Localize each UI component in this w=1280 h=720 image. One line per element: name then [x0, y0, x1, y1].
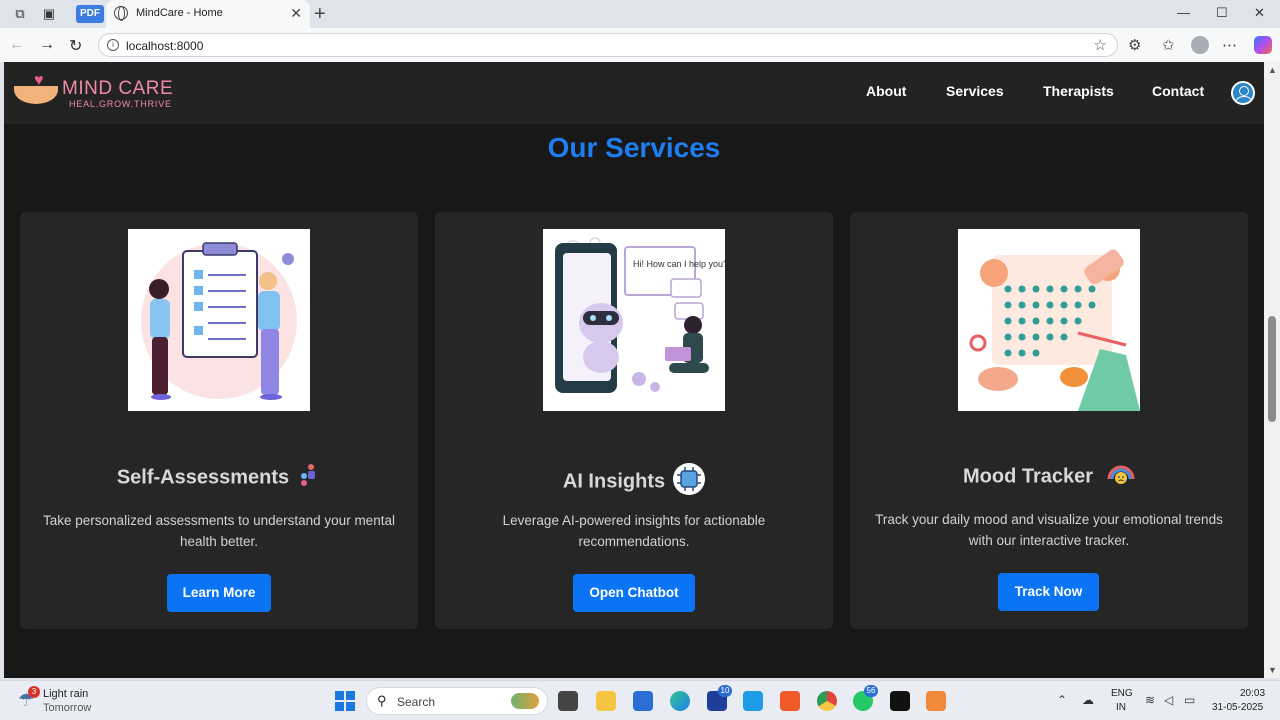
site-info-icon[interactable]: i: [107, 39, 119, 51]
dark-app-icon[interactable]: [890, 691, 910, 711]
mood-calendar-illustration: [958, 229, 1140, 411]
nav-therapists[interactable]: Therapists: [1043, 83, 1114, 99]
url-text[interactable]: localhost:8000: [126, 39, 203, 53]
address-bar[interactable]: i localhost:8000 ☆: [98, 33, 1118, 57]
extensions-icon[interactable]: ⚙: [1128, 36, 1141, 54]
section-title: Our Services: [547, 132, 721, 163]
service-card-ai-insights: Hi! How can I help you? AI Insights Leve…: [435, 212, 833, 629]
page-viewport: ♥ MIND CARE HEAL.GROW.THRIVE About Servi…: [4, 62, 1264, 678]
wifi-icon[interactable]: ≋: [1145, 693, 1155, 707]
nav-contact[interactable]: Contact: [1152, 83, 1204, 99]
browser-tab-strip: ⧉ ▣ PDF MindCare - Home ✕ + — ☐ ✕: [0, 0, 1280, 28]
show-hidden-icons[interactable]: ⌃: [1057, 693, 1067, 707]
task-view-icon[interactable]: [558, 691, 578, 711]
weather-badge: 3: [28, 686, 40, 698]
start-button[interactable]: [335, 691, 355, 711]
brave-icon[interactable]: [780, 691, 800, 711]
onedrive-icon[interactable]: ☁: [1082, 693, 1094, 707]
card-description: Leverage AI-powered insights for actiona…: [502, 513, 766, 549]
card-title-mood-tracker: Mood Tracker: [850, 463, 1248, 491]
taskbar-search[interactable]: ⚲ Search: [366, 687, 548, 715]
whatsapp-badge: 56: [864, 685, 878, 697]
card-title-self-assessments: Self-Assessments: [20, 463, 418, 493]
sad-face-rainbow-icon: [1107, 463, 1135, 491]
more-menu-icon[interactable]: ⋯: [1222, 36, 1237, 54]
site-logo[interactable]: ♥ MIND CARE HEAL.GROW.THRIVE: [14, 70, 194, 116]
scroll-up-icon[interactable]: ▲: [1268, 65, 1277, 75]
card-title-text: Mood Tracker: [962, 465, 1094, 488]
weather-label[interactable]: Light rain: [43, 688, 88, 700]
logo-title: MIND CARE: [62, 78, 174, 99]
maximize-icon[interactable]: ☐: [1216, 5, 1228, 21]
copilot-icon[interactable]: [1254, 36, 1272, 54]
language-top[interactable]: ENG: [1111, 688, 1133, 699]
browser-toolbar: ← → ↻ i localhost:8000 ☆ ⚙ ✩ ⋯: [0, 28, 1280, 62]
track-now-button[interactable]: Track Now: [998, 573, 1099, 611]
tab-title: MindCare - Home: [136, 7, 223, 19]
card-description: Take personalized assessments to underst…: [43, 513, 395, 549]
chatbot-illustration: Hi! How can I help you?: [543, 229, 728, 411]
search-icon: ⚲: [377, 693, 387, 708]
blue-app-icon[interactable]: [743, 691, 763, 711]
edge-icon[interactable]: [670, 691, 690, 711]
page-scrollbar[interactable]: ▲ ▼: [1264, 62, 1280, 678]
clock-time[interactable]: 20:03: [1240, 688, 1265, 699]
new-tab-button[interactable]: +: [314, 3, 326, 26]
checklist-illustration: [128, 229, 310, 411]
volume-icon[interactable]: ◁: [1164, 693, 1173, 707]
open-chatbot-button[interactable]: Open Chatbot: [573, 574, 695, 612]
language-bottom[interactable]: IN: [1116, 702, 1126, 713]
minimize-icon[interactable]: —: [1177, 5, 1190, 20]
search-placeholder: Search: [397, 695, 436, 709]
pdf-tab-badge[interactable]: PDF: [76, 5, 104, 23]
back-arrow-icon[interactable]: ←: [9, 36, 25, 54]
refresh-icon[interactable]: ↻: [69, 36, 82, 56]
person-standing-icon: [297, 463, 321, 493]
card-title-text: AI Insights: [562, 470, 666, 493]
logo-tagline: HEAL.GROW.THRIVE: [69, 99, 172, 109]
ai-chip-icon: [673, 463, 706, 501]
service-card-self-assessments: Self-Assessments Take personalized asses…: [20, 212, 418, 629]
heart-logo-icon: ♥: [34, 72, 44, 89]
windows-taskbar: ☂ 3 Light rain Tomorrow ⚲ Search 10 56 ⌃…: [0, 680, 1280, 720]
learn-more-button[interactable]: Learn More: [167, 574, 271, 612]
weather-sublabel[interactable]: Tomorrow: [43, 702, 91, 714]
forward-arrow-icon[interactable]: →: [39, 36, 55, 54]
close-tab-icon[interactable]: ✕: [290, 5, 302, 22]
favorite-star-icon[interactable]: ☆: [1094, 36, 1107, 54]
scrollbar-thumb[interactable]: [1268, 316, 1276, 422]
site-header: ♥ MIND CARE HEAL.GROW.THRIVE About Servi…: [4, 62, 1264, 124]
file-explorer-icon[interactable]: [596, 691, 616, 711]
card-title-text: Self-Assessments: [116, 466, 290, 489]
browser-tab-active[interactable]: MindCare - Home ✕: [106, 0, 310, 28]
favorites-icon[interactable]: ✩: [1162, 36, 1175, 54]
window-close-icon[interactable]: ✕: [1254, 5, 1265, 21]
tab-actions-icon[interactable]: ▣: [40, 5, 58, 23]
globe-icon: [114, 6, 128, 21]
workspaces-icon[interactable]: ⧉: [11, 5, 29, 23]
nav-about[interactable]: About: [866, 83, 906, 99]
service-card-mood-tracker: Mood Tracker Track your daily mood and v…: [850, 212, 1248, 629]
battery-icon[interactable]: ▭: [1184, 693, 1195, 707]
card-description: Track your daily mood and visualize your…: [875, 512, 1223, 548]
card-title-ai-insights: AI Insights: [435, 463, 833, 501]
scroll-down-icon[interactable]: ▼: [1268, 665, 1277, 675]
profile-avatar[interactable]: [1191, 36, 1209, 54]
nav-services[interactable]: Services: [946, 83, 1004, 99]
chrome-icon[interactable]: [817, 691, 837, 711]
chat-bubble-text: Hi! How can I help you?: [633, 259, 725, 269]
l-app-badge: 10: [718, 685, 732, 697]
user-account-icon[interactable]: [1231, 81, 1255, 105]
clock-date[interactable]: 31-05-2025: [1212, 702, 1263, 713]
store-icon[interactable]: [633, 691, 653, 711]
search-highlight-icon: [511, 693, 539, 709]
xampp-icon[interactable]: [926, 691, 946, 711]
